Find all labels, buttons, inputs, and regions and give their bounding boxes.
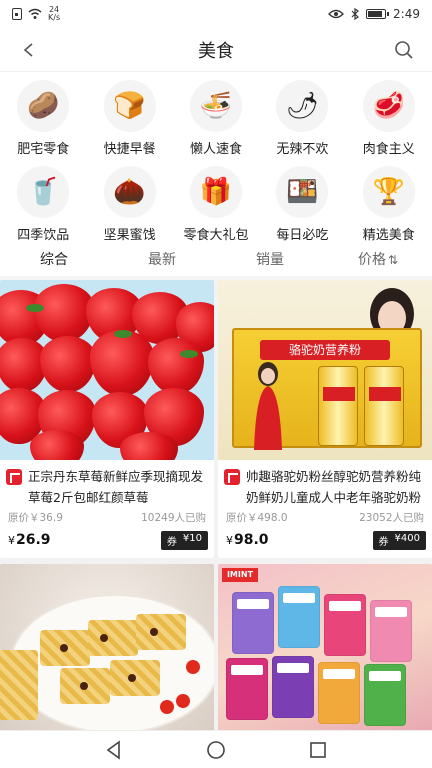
product-meta: 原价￥498.0 23052人已购 xyxy=(218,508,432,525)
category-label: 肥宅零食 xyxy=(17,142,70,157)
bluetooth-icon xyxy=(351,8,359,20)
category-label: 肉食主义 xyxy=(362,142,415,157)
price-row: ¥26.9 券 ¥10 xyxy=(0,525,214,553)
drink-icon: 🥤 xyxy=(17,166,70,218)
sold-count: 10249人已购 xyxy=(141,512,206,524)
coupon-badge[interactable]: 券 ¥400 xyxy=(372,530,426,550)
category-featured[interactable]: 🏆 精选美食 xyxy=(346,164,432,244)
product-can xyxy=(364,366,404,446)
tab-sales[interactable]: 销量 xyxy=(216,249,324,269)
category-label: 快捷早餐 xyxy=(103,142,156,157)
tab-newest[interactable]: 最新 xyxy=(108,249,216,269)
tab-price-label: 价格 xyxy=(357,252,386,268)
category-label: 四季饮品 xyxy=(17,228,70,243)
battery-icon xyxy=(366,9,390,19)
sort-tabs: 综合 最新 销量 价格 ⇅ xyxy=(0,242,432,276)
current-price: ¥98.0 xyxy=(226,532,269,548)
network-speed: 24 K/s xyxy=(48,5,61,22)
category-instant-food[interactable]: 🍜 懒人速食 xyxy=(173,78,259,158)
product-image-strawberries[interactable] xyxy=(0,280,214,460)
category-nuts[interactable]: 🌰 坚果蜜饯 xyxy=(86,164,172,244)
trophy-icon: 🏆 xyxy=(362,166,415,218)
category-label: 坚果蜜饯 xyxy=(103,228,156,243)
product-title[interactable]: 正宗丹东草莓新鲜应季现摘现发草莓2斤包邮红颜草莓 xyxy=(0,460,214,508)
product-image-rice-cakes[interactable] xyxy=(0,564,214,730)
page-title: 美食 xyxy=(198,40,234,62)
app-header: 美食 xyxy=(0,28,432,72)
category-spicy[interactable]: 🌶 无辣不欢 xyxy=(259,78,345,158)
bread-icon: 🍞 xyxy=(103,80,156,132)
tmall-badge-icon xyxy=(224,469,240,485)
category-label: 懒人速食 xyxy=(189,142,242,157)
wifi-icon xyxy=(28,8,42,19)
nav-recents-icon[interactable] xyxy=(306,738,330,762)
category-meat[interactable]: 🥩 肉食主义 xyxy=(346,78,432,158)
sort-arrows-icon: ⇅ xyxy=(387,253,399,267)
system-nav-bar xyxy=(0,730,432,768)
product-title[interactable]: 帅趣骆驼奶粉丝醇驼奶营养粉纯奶鲜奶儿童成人中老年骆驼奶粉 xyxy=(218,460,432,508)
nav-home-icon[interactable] xyxy=(204,738,228,762)
category-label: 精选美食 xyxy=(362,228,415,243)
original-price: 原价￥36.9 xyxy=(8,512,63,524)
category-grid: 🥔 肥宅零食 🍞 快捷早餐 🍜 懒人速食 🌶 无辣不欢 🥩 肉食主义 🥤 四季饮品 🌰 坚果蜜… xyxy=(0,78,432,244)
status-bar: 24 K/s 2:49 xyxy=(0,0,432,28)
search-icon xyxy=(395,41,413,59)
clock: 2:49 xyxy=(393,7,420,21)
price-row: ¥98.0 券 ¥400 xyxy=(218,525,432,553)
sim-card-icon xyxy=(12,8,22,20)
product-grid: 正宗丹东草莓新鲜应季现摘现发草莓2斤包邮红颜草莓 原价￥36.9 10249人已… xyxy=(0,280,432,730)
nav-back-icon[interactable] xyxy=(102,738,126,762)
product-card[interactable]: IMINT xyxy=(218,564,432,730)
tab-comprehensive[interactable]: 综合 xyxy=(0,249,108,269)
search-button[interactable] xyxy=(392,38,416,62)
product-can xyxy=(318,366,358,446)
category-chips[interactable]: 🥔 肥宅零食 xyxy=(0,78,86,158)
tab-price[interactable]: 价格 ⇅ xyxy=(324,249,432,269)
chevron-left-icon xyxy=(23,43,33,57)
category-breakfast[interactable]: 🍞 快捷早餐 xyxy=(86,78,172,158)
category-label: 零食大礼包 xyxy=(183,228,249,243)
eye-icon xyxy=(328,9,344,19)
product-card[interactable]: 骆驼奶营养粉 帅趣骆驼奶粉丝醇驼奶营养粉纯奶鲜奶儿童成人中老年骆驼奶粉 原价￥4… xyxy=(218,280,432,558)
product-image-camel-milk[interactable]: 骆驼奶营养粉 xyxy=(218,280,432,460)
meat-icon: 🥩 xyxy=(362,80,415,132)
noodles-icon: 🍜 xyxy=(189,80,242,132)
coupon-badge[interactable]: 券 ¥10 xyxy=(160,530,208,550)
nuts-icon: 🌰 xyxy=(103,166,156,218)
original-price: 原价￥498.0 xyxy=(226,512,288,524)
category-daily[interactable]: 🍱 每日必吃 xyxy=(259,164,345,244)
sold-count: 23052人已购 xyxy=(359,512,424,524)
tmall-badge-icon xyxy=(6,469,22,485)
category-gift-pack[interactable]: 🎁 零食大礼包 xyxy=(173,164,259,244)
product-card[interactable] xyxy=(0,564,214,730)
gift-pack-icon: 🎁 xyxy=(189,166,242,218)
daily-food-icon: 🍱 xyxy=(276,166,329,218)
category-drinks[interactable]: 🥤 四季饮品 xyxy=(0,164,86,244)
current-price: ¥26.9 xyxy=(8,532,51,548)
product-card[interactable]: 正宗丹东草莓新鲜应季现摘现发草莓2斤包邮红颜草莓 原价￥36.9 10249人已… xyxy=(0,280,214,558)
product-meta: 原价￥36.9 10249人已购 xyxy=(0,508,214,525)
chips-icon: 🥔 xyxy=(17,80,70,132)
model-figure xyxy=(254,362,282,450)
spicy-food-icon: 🌶 xyxy=(276,80,329,132)
category-label: 无辣不欢 xyxy=(276,142,329,157)
product-image-candy[interactable]: IMINT xyxy=(218,564,432,730)
category-label: 每日必吃 xyxy=(276,228,329,243)
back-button[interactable] xyxy=(16,36,40,64)
